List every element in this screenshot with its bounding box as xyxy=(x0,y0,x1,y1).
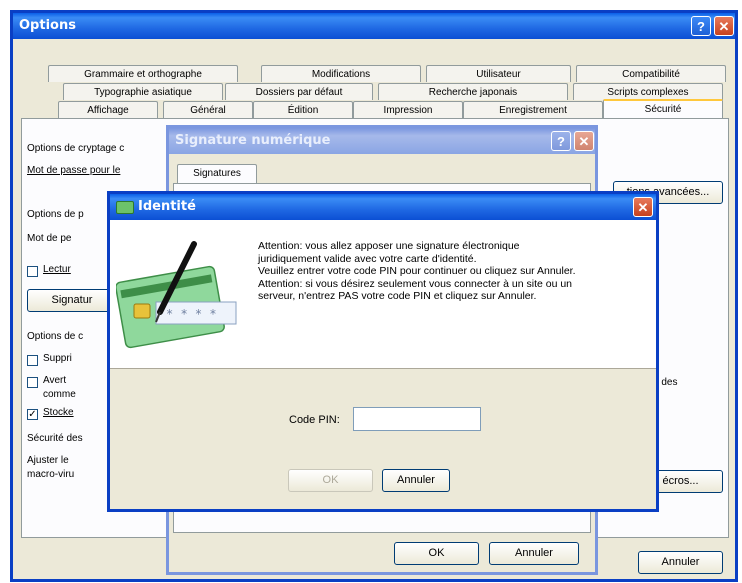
message-line: Attention: vous allez apposer une signat… xyxy=(258,240,520,252)
password-modify-label: Mot de pe xyxy=(27,233,72,244)
identity-titlebar[interactable]: Identité xyxy=(110,194,656,220)
warn-checkbox[interactable] xyxy=(27,377,38,388)
macro-text-label-cont: macro-viru xyxy=(27,469,75,480)
identity-cancel-button[interactable]: Annuler xyxy=(382,469,450,492)
options-titlebar[interactable]: Options xyxy=(13,13,735,39)
macro-text-label: Ajuster le xyxy=(27,455,69,466)
store-checkbox[interactable]: ✓ xyxy=(27,409,38,420)
message-line: Veuillez entrer votre code PIN pour cont… xyxy=(258,265,576,277)
tab-recherche[interactable]: Recherche japonais xyxy=(378,83,568,100)
tab-impression[interactable]: Impression xyxy=(353,101,463,118)
tab-scripts[interactable]: Scripts complexes xyxy=(573,83,723,100)
identity-title: Identité xyxy=(138,199,196,214)
password-open-label: Mot de passe pour le xyxy=(27,165,121,176)
tab-affichage[interactable]: Affichage xyxy=(58,101,158,118)
id-card-illustration: * * * * xyxy=(116,241,237,349)
tab-utilisateur[interactable]: Utilisateur xyxy=(426,65,571,82)
pin-label: Code PIN: xyxy=(289,414,340,426)
identity-message: Attention: vous allez apposer une signat… xyxy=(258,240,653,303)
warn-label-cont: comme xyxy=(43,389,76,400)
tab-securite[interactable]: Sécurité xyxy=(603,99,723,118)
readonly-label: Lectur xyxy=(43,264,71,275)
tab-typographie[interactable]: Typographie asiatique xyxy=(63,83,223,100)
pin-dots: * * * * xyxy=(166,307,217,321)
tab-grammaire[interactable]: Grammaire et orthographe xyxy=(48,65,238,82)
remove-info-label: Suppri xyxy=(43,353,72,364)
remove-info-checkbox[interactable] xyxy=(27,355,38,366)
store-label: Stocke xyxy=(43,407,74,418)
tab-edition[interactable]: Édition xyxy=(253,101,353,118)
close-icon[interactable]: ✕ xyxy=(714,16,734,36)
tab-modifications[interactable]: Modifications xyxy=(261,65,421,82)
signature-cancel-button[interactable]: Annuler xyxy=(489,542,579,565)
id-card-icon xyxy=(116,201,134,214)
options-cancel-button[interactable]: Annuler xyxy=(638,551,723,574)
close-icon[interactable]: ✕ xyxy=(574,131,594,151)
tab-signatures[interactable]: Signatures xyxy=(177,164,257,183)
message-line: Attention: si vous désirez seulement vou… xyxy=(258,277,573,290)
signature-ok-button[interactable]: OK xyxy=(394,542,479,565)
options-title: Options xyxy=(19,18,76,33)
tab-general[interactable]: Général xyxy=(163,101,253,118)
identity-dialog: Identité ✕ * * * * Attention: vous allez… xyxy=(107,191,659,512)
signatures-button[interactable]: Signatur xyxy=(27,289,117,312)
pin-input[interactable] xyxy=(353,407,481,431)
warn-label: Avert xyxy=(43,375,67,386)
close-icon[interactable]: ✕ xyxy=(633,197,653,217)
smart-chip-icon xyxy=(133,303,151,319)
tab-enregistrement[interactable]: Enregistrement xyxy=(463,101,603,118)
partage-section-label: Options de p xyxy=(27,209,84,220)
cryptage-section-label: Options de cryptage c xyxy=(27,143,125,154)
macro-section-label: Sécurité des xyxy=(27,433,83,444)
help-icon[interactable]: ? xyxy=(551,131,571,151)
message-line: juridiquement valide avec votre carte d'… xyxy=(258,252,477,265)
tab-compatibilite[interactable]: Compatibilité xyxy=(576,65,726,82)
signature-titlebar[interactable]: Signature numérique xyxy=(169,128,595,154)
readonly-checkbox[interactable] xyxy=(27,266,38,277)
identity-ok-button[interactable]: OK xyxy=(288,469,373,492)
confid-section-label: Options de c xyxy=(27,331,84,342)
message-line: serveur, n'entrez PAS votre code PIN et … xyxy=(258,290,537,302)
tab-dossiers[interactable]: Dossiers par défaut xyxy=(225,83,373,100)
signature-title: Signature numérique xyxy=(175,133,331,148)
help-icon[interactable]: ? xyxy=(691,16,711,36)
